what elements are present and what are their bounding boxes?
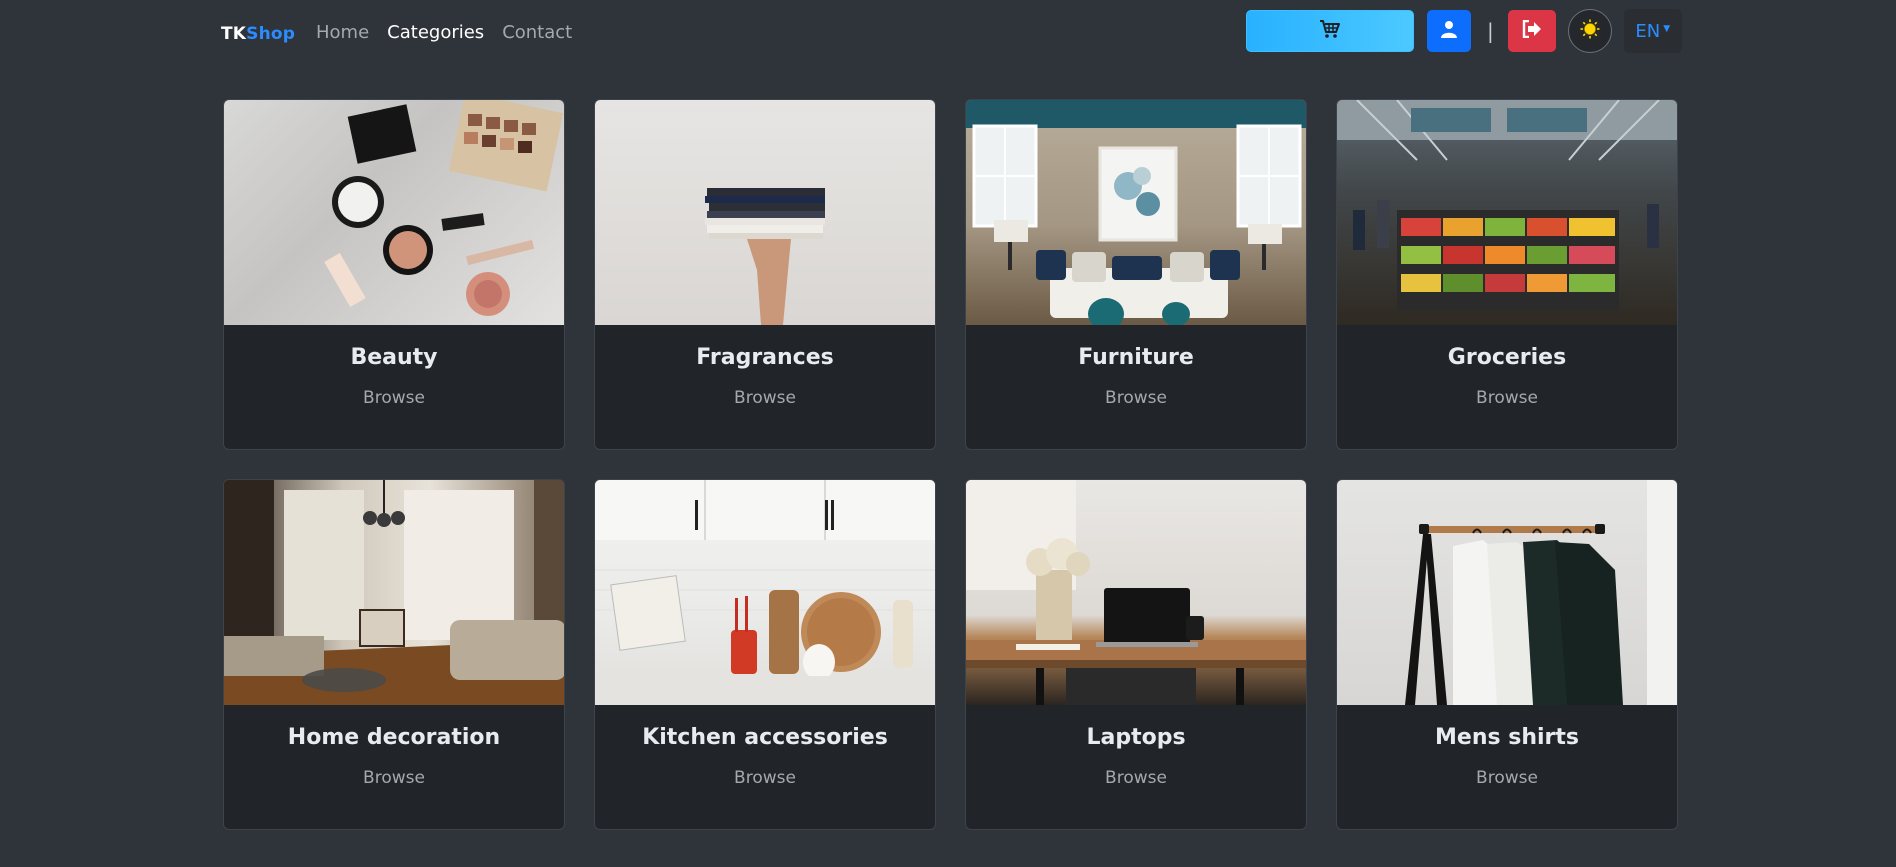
category-image-beauty xyxy=(224,100,564,325)
language-label: EN xyxy=(1635,20,1661,42)
browse-link[interactable]: Browse xyxy=(966,388,1306,408)
logout-button[interactable] xyxy=(1507,10,1556,52)
nav-links: Home Categories Contact xyxy=(316,22,590,43)
cart-button[interactable] xyxy=(1246,10,1414,52)
category-title: Groceries xyxy=(1447,345,1567,370)
language-dropdown[interactable]: EN ▼ xyxy=(1623,9,1682,53)
browse-link[interactable]: Browse xyxy=(595,768,935,788)
category-image-fragrances xyxy=(595,100,935,325)
caret-down-icon: ▼ xyxy=(1663,24,1671,34)
browse-link[interactable]: Browse xyxy=(224,768,564,788)
category-title: Furniture xyxy=(1078,345,1194,370)
category-image-mens-shirts xyxy=(1337,480,1677,705)
header-divider: | xyxy=(1487,19,1494,43)
category-image-kitchen-accessories xyxy=(595,480,935,705)
brand-part-tk: TK xyxy=(221,24,247,44)
brand-part-shop: Shop xyxy=(246,24,296,44)
category-title: Home decoration xyxy=(287,725,501,750)
nav-link-home[interactable]: Home xyxy=(316,22,369,43)
category-image-groceries xyxy=(1337,100,1677,325)
navbar: TKShop Home Categories Contact | EN ▼ xyxy=(0,0,1896,66)
category-title: Kitchen accessories xyxy=(642,725,888,750)
browse-link[interactable]: Browse xyxy=(1337,768,1677,788)
shopping-cart-icon xyxy=(1319,19,1341,43)
nav-link-categories[interactable]: Categories xyxy=(387,22,484,43)
category-card-fragrances[interactable]: Fragrances Browse xyxy=(594,99,936,450)
browse-link[interactable]: Browse xyxy=(1337,388,1677,408)
category-image-furniture xyxy=(966,100,1306,325)
category-card-laptops[interactable]: Laptops Browse xyxy=(965,479,1307,830)
category-card-mens-shirts[interactable]: Mens shirts Browse xyxy=(1336,479,1678,830)
logout-icon xyxy=(1522,19,1542,42)
nav-link-contact[interactable]: Contact xyxy=(502,22,572,43)
brand-logo[interactable]: TKShop xyxy=(221,24,295,44)
category-card-furniture[interactable]: Furniture Browse xyxy=(965,99,1307,450)
sun-icon xyxy=(1580,19,1600,43)
browse-link[interactable]: Browse xyxy=(595,388,935,408)
category-card-groceries[interactable]: Groceries Browse xyxy=(1336,99,1678,450)
user-icon xyxy=(1441,20,1457,42)
category-grid: Beauty Browse Fragrances Browse Furnitur… xyxy=(223,99,1679,830)
user-button[interactable] xyxy=(1427,10,1471,52)
category-image-home-decoration xyxy=(224,480,564,705)
theme-toggle-button[interactable] xyxy=(1567,9,1612,53)
browse-link[interactable]: Browse xyxy=(966,768,1306,788)
category-card-beauty[interactable]: Beauty Browse xyxy=(223,99,565,450)
category-image-laptops xyxy=(966,480,1306,705)
category-card-kitchen-accessories[interactable]: Kitchen accessories Browse xyxy=(594,479,936,830)
category-card-home-decoration[interactable]: Home decoration Browse xyxy=(223,479,565,830)
category-title: Laptops xyxy=(1086,725,1186,750)
category-title: Mens shirts xyxy=(1435,725,1579,750)
browse-link[interactable]: Browse xyxy=(224,388,564,408)
category-title: Fragrances xyxy=(696,345,834,370)
header-actions: | EN ▼ xyxy=(1246,9,1682,53)
category-title: Beauty xyxy=(350,345,438,370)
